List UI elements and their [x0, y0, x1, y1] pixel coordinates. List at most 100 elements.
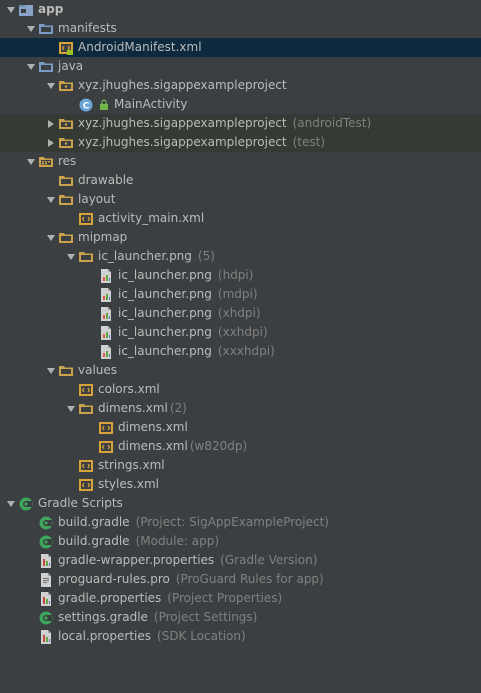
- tree-row-build-gradle[interactable]: build.gradle (Module: app): [0, 532, 481, 551]
- text-file-icon: [38, 572, 54, 588]
- tree-item-hint: (SDK Location): [157, 629, 246, 643]
- tree-row-gradle-wrapper-properties[interactable]: gradle-wrapper.properties (Gradle Version…: [0, 551, 481, 570]
- xml-file-icon: [78, 477, 94, 493]
- tree-item-label: build.gradle: [58, 515, 130, 529]
- expand-arrow-down-icon[interactable]: [24, 152, 38, 171]
- tree-item-label: strings.xml: [98, 458, 165, 472]
- gradle-icon: [38, 534, 54, 550]
- tree-row-colors-xml[interactable]: colors.xml: [0, 380, 481, 399]
- expand-arrow-down-icon[interactable]: [24, 57, 38, 76]
- svg-text:C: C: [83, 101, 90, 111]
- project-tree: app manifests AndroidManifest.xml java xyz.j…: [0, 0, 481, 646]
- image-file-icon: [98, 344, 114, 360]
- tree-item-label: local.properties: [58, 629, 152, 643]
- tree-row-ic-launcher-png[interactable]: ic_launcher.png (hdpi): [0, 266, 481, 285]
- tree-row-styles-xml[interactable]: styles.xml: [0, 475, 481, 494]
- tree-item-label: ic_launcher.png: [118, 344, 212, 358]
- tree-row-gradle-properties[interactable]: gradle.properties (Project Properties): [0, 589, 481, 608]
- tree-item-label: drawable: [78, 173, 134, 187]
- folder-blue-icon: [38, 59, 54, 75]
- tree-row-xyz-jhughes-sigappexampleproject[interactable]: xyz.jhughes.sigappexampleproject (android…: [0, 114, 481, 133]
- tree-row-dimens-xml[interactable]: dimens.xml (2): [0, 399, 481, 418]
- expand-arrow-down-icon[interactable]: [44, 228, 58, 247]
- arrow-spacer: [84, 342, 98, 361]
- tree-row-res[interactable]: res: [0, 152, 481, 171]
- arrow-spacer: [24, 608, 38, 627]
- expand-arrow-down-icon[interactable]: [44, 190, 58, 209]
- properties-file-icon: [38, 591, 54, 607]
- expand-arrow-down-icon[interactable]: [24, 19, 38, 38]
- tree-row-dimens-xml[interactable]: dimens.xml (w820dp): [0, 437, 481, 456]
- tree-item-label: ic_launcher.png: [98, 249, 192, 263]
- expand-arrow-right-icon[interactable]: [44, 114, 58, 133]
- expand-arrow-down-icon[interactable]: [44, 76, 58, 95]
- tree-row-drawable[interactable]: drawable: [0, 171, 481, 190]
- tree-row-values[interactable]: values: [0, 361, 481, 380]
- tree-item-label: app: [38, 2, 64, 16]
- tree-row-ic-launcher-png[interactable]: ic_launcher.png (mdpi): [0, 285, 481, 304]
- gradle-icon: [38, 610, 54, 626]
- tree-item-label: styles.xml: [98, 477, 159, 491]
- tree-row-ic-launcher-png[interactable]: ic_launcher.png (xhdpi): [0, 304, 481, 323]
- expand-arrow-down-icon[interactable]: [44, 361, 58, 380]
- tree-row-build-gradle[interactable]: build.gradle (Project: SigAppExampleProje…: [0, 513, 481, 532]
- folder-icon: [58, 230, 74, 246]
- expand-arrow-down-icon[interactable]: [4, 494, 18, 513]
- tree-item-hint: (Project Settings): [153, 610, 258, 624]
- expand-arrow-right-icon[interactable]: [44, 133, 58, 152]
- tree-row-mipmap[interactable]: mipmap: [0, 228, 481, 247]
- arrow-spacer: [44, 38, 58, 57]
- tree-item-label: manifests: [58, 21, 117, 35]
- tree-row-strings-xml[interactable]: strings.xml: [0, 456, 481, 475]
- tree-row-activity-main-xml[interactable]: activity_main.xml: [0, 209, 481, 228]
- expand-arrow-down-icon[interactable]: [64, 399, 78, 418]
- tree-item-label: Gradle Scripts: [38, 496, 123, 510]
- properties-file-icon: [38, 553, 54, 569]
- tree-item-label: proguard-rules.pro: [58, 572, 170, 586]
- tree-item-label: ic_launcher.png: [118, 287, 212, 301]
- tree-row-manifests[interactable]: manifests: [0, 19, 481, 38]
- xml-manifest-icon: [58, 40, 74, 56]
- tree-row-ic-launcher-png[interactable]: ic_launcher.png (5): [0, 247, 481, 266]
- tree-row-gradle-scripts[interactable]: Gradle Scripts: [0, 494, 481, 513]
- arrow-spacer: [84, 437, 98, 456]
- package-icon: [58, 116, 74, 132]
- tree-item-label: xyz.jhughes.sigappexampleproject: [78, 135, 287, 149]
- tree-row-app[interactable]: app: [0, 0, 481, 19]
- tree-item-label: dimens.xml: [118, 439, 188, 453]
- tree-row-java[interactable]: java: [0, 57, 481, 76]
- tree-item-label: build.gradle: [58, 534, 130, 548]
- tree-item-label: MainActivity: [114, 97, 188, 111]
- class-icon: C: [78, 97, 94, 113]
- expand-arrow-down-icon[interactable]: [64, 247, 78, 266]
- tree-item-label: layout: [78, 192, 116, 206]
- tree-item-hint: (5): [197, 249, 215, 263]
- expand-arrow-down-icon[interactable]: [4, 0, 18, 19]
- tree-row-ic-launcher-png[interactable]: ic_launcher.png (xxhdpi): [0, 323, 481, 342]
- tree-item-label: ic_launcher.png: [118, 306, 212, 320]
- tree-row-xyz-jhughes-sigappexampleproject[interactable]: xyz.jhughes.sigappexampleproject: [0, 76, 481, 95]
- arrow-spacer: [84, 304, 98, 323]
- arrow-spacer: [64, 380, 78, 399]
- tree-row-androidmanifest-xml[interactable]: AndroidManifest.xml: [0, 38, 481, 57]
- tree-item-label: activity_main.xml: [98, 211, 205, 225]
- tree-row-proguard-rules-pro[interactable]: proguard-rules.pro (ProGuard Rules for ap…: [0, 570, 481, 589]
- xml-file-icon: [78, 382, 94, 398]
- xml-file-icon: [98, 439, 114, 455]
- tree-row-ic-launcher-png[interactable]: ic_launcher.png (xxxhdpi): [0, 342, 481, 361]
- tree-row-mainactivity[interactable]: C MainActivity: [0, 95, 481, 114]
- package-icon: [58, 135, 74, 151]
- tree-item-label: gradle-wrapper.properties: [58, 553, 215, 567]
- tree-row-dimens-xml[interactable]: dimens.xml: [0, 418, 481, 437]
- tree-row-settings-gradle[interactable]: settings.gradle (Project Settings): [0, 608, 481, 627]
- tree-row-layout[interactable]: layout: [0, 190, 481, 209]
- tree-item-hint: (w820dp): [189, 439, 248, 453]
- folder-icon: [58, 363, 74, 379]
- arrow-spacer: [24, 551, 38, 570]
- image-file-icon: [98, 287, 114, 303]
- tree-row-xyz-jhughes-sigappexampleproject[interactable]: xyz.jhughes.sigappexampleproject (test): [0, 133, 481, 152]
- tree-item-hint: (hdpi): [217, 268, 254, 282]
- tree-item-label: dimens.xml: [118, 420, 188, 434]
- tree-item-label: gradle.properties: [58, 591, 162, 605]
- tree-row-local-properties[interactable]: local.properties (SDK Location): [0, 627, 481, 646]
